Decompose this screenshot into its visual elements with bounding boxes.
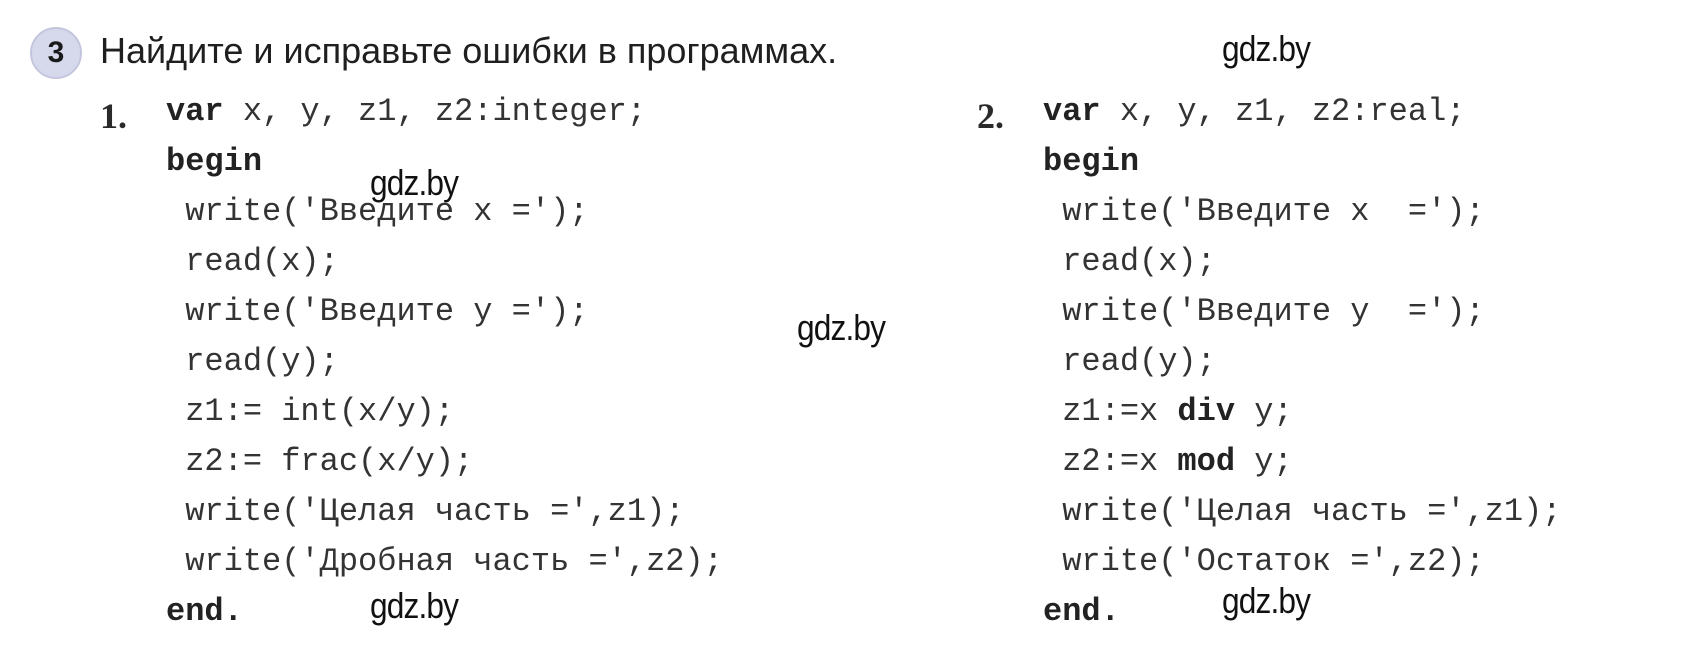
code-line: read(y); bbox=[166, 337, 339, 387]
task-instruction: Найдите и исправьте ошибки в программах. bbox=[100, 30, 838, 71]
code-text: y; bbox=[1235, 443, 1293, 480]
code-line: write('Введите x ='); bbox=[1043, 187, 1485, 237]
code-text: write('Целая часть =',z1); bbox=[166, 493, 685, 530]
code-text: x, y, z1, z2:real; bbox=[1100, 93, 1466, 130]
code-keyword: var bbox=[1043, 93, 1101, 130]
code-text: write('Дробная часть =',z2); bbox=[166, 543, 723, 580]
code-line: end. bbox=[1043, 587, 1120, 637]
code-keyword: div bbox=[1177, 393, 1236, 430]
code-line: z1:=x div y; bbox=[1043, 387, 1293, 437]
code-line: begin bbox=[166, 137, 262, 187]
code-keyword: mod bbox=[1177, 443, 1236, 480]
watermark: gdz.by bbox=[797, 307, 886, 348]
code-line: z2:= frac(x/y); bbox=[166, 437, 473, 487]
task-number-badge: 3 bbox=[30, 27, 82, 79]
watermark: gdz.by bbox=[1222, 28, 1311, 69]
code-text: x, y, z1, z2:integer; bbox=[223, 93, 647, 130]
code-line: z2:=x mod y; bbox=[1043, 437, 1293, 487]
code-text: read(y); bbox=[1043, 343, 1216, 380]
watermark: gdz.by bbox=[370, 585, 459, 626]
code-text: z1:=x bbox=[1043, 393, 1178, 430]
code-line: read(x); bbox=[166, 237, 339, 287]
program-number: 1. bbox=[100, 96, 127, 136]
code-text: z2:=x bbox=[1043, 443, 1178, 480]
code-keyword: end. bbox=[166, 593, 243, 630]
code-line: begin bbox=[1043, 137, 1139, 187]
code-text: write('Введите x ='); bbox=[1043, 193, 1485, 230]
code-line: write('Остаток =',z2); bbox=[1043, 537, 1485, 587]
code-keyword: begin bbox=[1043, 143, 1140, 180]
code-line: read(y); bbox=[1043, 337, 1216, 387]
code-text: write('Введите y ='); bbox=[166, 293, 589, 330]
code-line: write('Введите y ='); bbox=[1043, 287, 1485, 337]
code-text: read(x); bbox=[1043, 243, 1216, 280]
code-text: write('Целая часть =',z1); bbox=[1043, 493, 1562, 530]
code-text: read(x); bbox=[166, 243, 339, 280]
code-line: end. bbox=[166, 587, 243, 637]
code-line: write('Введите x ='); bbox=[166, 187, 588, 237]
code-line: var x, y, z1, z2:real; bbox=[1043, 87, 1465, 137]
code-line: write('Целая часть =',z1); bbox=[166, 487, 684, 537]
code-text: write('Остаток =',z2); bbox=[1043, 543, 1485, 580]
code-text: write('Введите x ='); bbox=[166, 193, 589, 230]
code-text: z2:= frac(x/y); bbox=[166, 443, 474, 480]
code-text: y; bbox=[1235, 393, 1293, 430]
code-text: read(y); bbox=[166, 343, 339, 380]
code-text: write('Введите y ='); bbox=[1043, 293, 1485, 330]
code-line: var x, y, z1, z2:integer; bbox=[166, 87, 646, 137]
code-keyword: begin bbox=[166, 143, 263, 180]
code-text: z1:= int(x/y); bbox=[166, 393, 455, 430]
code-keyword: var bbox=[166, 93, 224, 130]
code-keyword: end. bbox=[1043, 593, 1120, 630]
code-line: write('Введите y ='); bbox=[166, 287, 588, 337]
code-line: read(x); bbox=[1043, 237, 1216, 287]
code-line: write('Дробная часть =',z2); bbox=[166, 537, 723, 587]
code-line: write('Целая часть =',z1); bbox=[1043, 487, 1561, 537]
program-number: 2. bbox=[977, 96, 1004, 136]
code-line: z1:= int(x/y); bbox=[166, 387, 454, 437]
